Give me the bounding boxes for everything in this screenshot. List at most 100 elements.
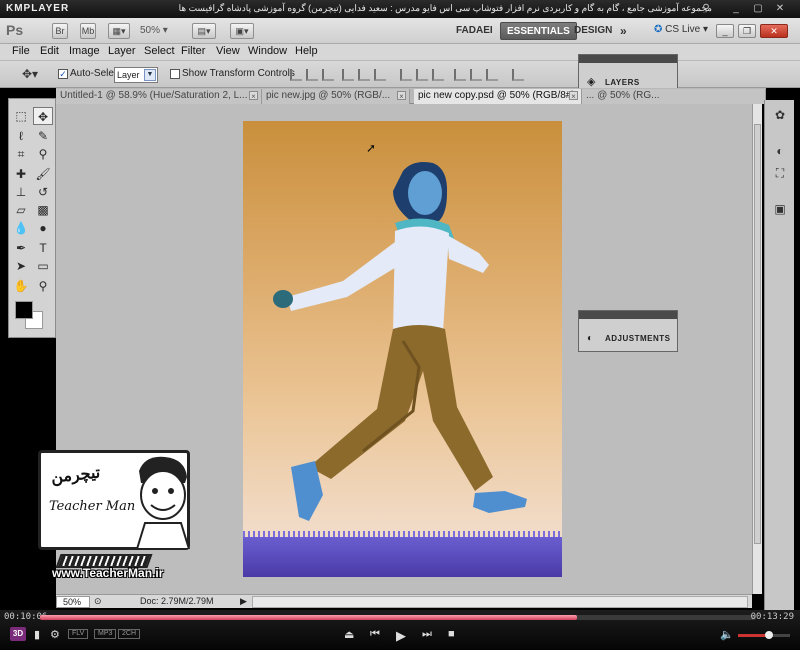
path-selection-tool-icon[interactable]: ➤: [11, 257, 31, 275]
pin-icon[interactable]: ⚲: [700, 3, 712, 15]
adjustments-panel-header[interactable]: [579, 311, 677, 319]
watermark-monitor: تیچرمن Teacher Man: [38, 450, 191, 550]
tab-pic-new-copy[interactable]: pic new copy.psd @ 50% (RGB/8#) ×: [414, 89, 582, 104]
arrange-documents-button[interactable]: ▤▾: [192, 23, 216, 39]
healing-brush-tool-icon[interactable]: ✚: [11, 165, 31, 183]
menu-window[interactable]: Window: [248, 45, 287, 57]
distribute-top-icon[interactable]: [400, 69, 412, 81]
blur-tool-icon[interactable]: 💧: [11, 219, 31, 237]
move-tool-icon[interactable]: ✥: [33, 107, 53, 125]
player-maximize-button[interactable]: ▢: [752, 3, 764, 15]
menu-image[interactable]: Image: [69, 45, 100, 57]
workspace-essentials[interactable]: ESSENTIALS: [500, 22, 577, 40]
distribute-vcenter-icon[interactable]: [416, 69, 428, 81]
3d-mode-button[interactable]: 3D: [10, 627, 26, 641]
adjustments-panel[interactable]: ◐ ADJUSTMENTS: [578, 310, 678, 352]
menu-view[interactable]: View: [216, 45, 240, 57]
view-extras-button[interactable]: ▦▾: [108, 23, 130, 39]
ps-restore-button[interactable]: ❐: [738, 24, 756, 38]
distribute-left-icon[interactable]: [454, 69, 466, 81]
previous-icon[interactable]: ⏮: [370, 628, 380, 641]
adjustments-dock-icon[interactable]: ◐: [771, 142, 789, 160]
history-brush-tool-icon[interactable]: ↺: [33, 183, 53, 201]
cs-live-menu[interactable]: ✪ CS Live ▾: [654, 24, 708, 35]
horizontal-scrollbar[interactable]: [252, 596, 748, 608]
close-icon[interactable]: ×: [249, 91, 258, 101]
crop-tool-icon[interactable]: ⌗: [11, 145, 31, 163]
zoom-tool-icon[interactable]: ⚲: [33, 277, 53, 295]
close-icon[interactable]: ×: [569, 91, 578, 101]
align-right-icon[interactable]: [374, 69, 386, 81]
ps-close-button[interactable]: ✕: [760, 24, 788, 38]
vertical-scroll-thumb[interactable]: [754, 124, 761, 544]
stop-icon[interactable]: ■: [448, 628, 455, 640]
seek-bar[interactable]: [40, 615, 756, 620]
marquee-tool-icon[interactable]: ⬚: [11, 107, 31, 125]
quick-selection-tool-icon[interactable]: ✎: [33, 127, 53, 145]
auto-align-layers-icon[interactable]: [512, 69, 524, 81]
menu-edit[interactable]: Edit: [40, 45, 59, 57]
masks-dock-icon[interactable]: ⛶: [771, 164, 789, 182]
distribute-bottom-icon[interactable]: [432, 69, 444, 81]
next-icon[interactable]: ⏭: [422, 628, 432, 641]
status-icon[interactable]: ⊙: [94, 596, 102, 607]
more-workspaces-button[interactable]: »: [614, 22, 633, 40]
hand-tool-icon[interactable]: ✋: [11, 277, 31, 295]
vertical-scrollbar[interactable]: [752, 104, 762, 594]
lasso-tool-icon[interactable]: ℓ: [11, 127, 31, 145]
player-minimize-button[interactable]: _: [730, 3, 742, 15]
bridge-button[interactable]: Br: [52, 23, 68, 39]
menu-filter[interactable]: Filter: [181, 45, 205, 57]
eject-icon[interactable]: ⏏: [344, 628, 354, 641]
auto-select-target-select[interactable]: Layer ▼: [114, 67, 158, 83]
layers-panel-header[interactable]: [579, 55, 677, 63]
chevron-down-icon: ▼: [144, 69, 156, 81]
align-top-icon[interactable]: [290, 69, 302, 81]
distribute-right-icon[interactable]: [486, 69, 498, 81]
menu-select[interactable]: Select: [144, 45, 175, 57]
volume-icon[interactable]: 🔈: [720, 628, 734, 641]
type-tool-icon[interactable]: T: [33, 239, 53, 257]
zoom-level-select[interactable]: 50% ▾: [140, 23, 180, 39]
eraser-tool-icon[interactable]: ▱: [11, 201, 31, 219]
eyedropper-tool-icon[interactable]: ⚲: [33, 145, 53, 163]
gradient-tool-icon[interactable]: ▩: [33, 201, 53, 219]
menu-file[interactable]: File: [12, 45, 30, 57]
brush-tool-icon[interactable]: 🖌: [33, 165, 53, 183]
document-canvas[interactable]: ➚: [243, 121, 562, 577]
workspace-design[interactable]: DESIGN: [568, 22, 618, 40]
tab-pic-new[interactable]: pic new.jpg @ 50% (RGB/... ×: [262, 89, 410, 104]
mini-bridge-button[interactable]: Mb: [80, 23, 96, 39]
tab-untitled-1[interactable]: Untitled-1 @ 58.9% (Hue/Saturation 2, L.…: [56, 89, 262, 104]
status-menu-arrow-icon[interactable]: ▶: [240, 596, 247, 607]
mini-bridge-dock-icon[interactable]: ▣: [771, 200, 789, 218]
align-vcenter-icon[interactable]: [306, 69, 318, 81]
volume-knob[interactable]: [765, 631, 774, 639]
distribute-hcenter-icon[interactable]: [470, 69, 482, 81]
move-tool-preset-icon[interactable]: ✥▾: [22, 67, 38, 81]
ps-minimize-button[interactable]: _: [716, 24, 734, 38]
foreground-color-swatch[interactable]: [15, 301, 33, 319]
settings-gear-icon[interactable]: ⚙: [50, 628, 60, 641]
play-icon[interactable]: ▶: [396, 628, 406, 644]
menu-layer[interactable]: Layer: [108, 45, 136, 57]
volume-slider[interactable]: [738, 631, 790, 639]
workspace-fadaei[interactable]: FADAEI: [450, 22, 499, 40]
pen-tool-icon[interactable]: ✒: [11, 239, 31, 257]
clone-stamp-tool-icon[interactable]: ⊥: [11, 183, 31, 201]
tab-other-document[interactable]: ... @ 50% (RG...: [582, 89, 766, 104]
dodge-tool-icon[interactable]: ●: [33, 219, 53, 237]
align-bottom-icon[interactable]: [322, 69, 334, 81]
align-left-icon[interactable]: [342, 69, 354, 81]
player-close-button[interactable]: ✕: [774, 3, 786, 15]
playlist-icon[interactable]: ▮: [34, 628, 40, 641]
align-hcenter-icon[interactable]: [358, 69, 370, 81]
shape-tool-icon[interactable]: ▭: [33, 257, 53, 275]
menu-help[interactable]: Help: [295, 45, 318, 57]
close-icon[interactable]: ×: [397, 91, 406, 101]
color-palette-icon[interactable]: ✿: [771, 106, 789, 124]
screen-mode-button[interactable]: ▣▾: [230, 23, 254, 39]
status-zoom-field[interactable]: 50%: [56, 596, 90, 608]
show-transform-checkbox[interactable]: [170, 69, 180, 79]
auto-select-checkbox[interactable]: ✓: [58, 69, 68, 79]
